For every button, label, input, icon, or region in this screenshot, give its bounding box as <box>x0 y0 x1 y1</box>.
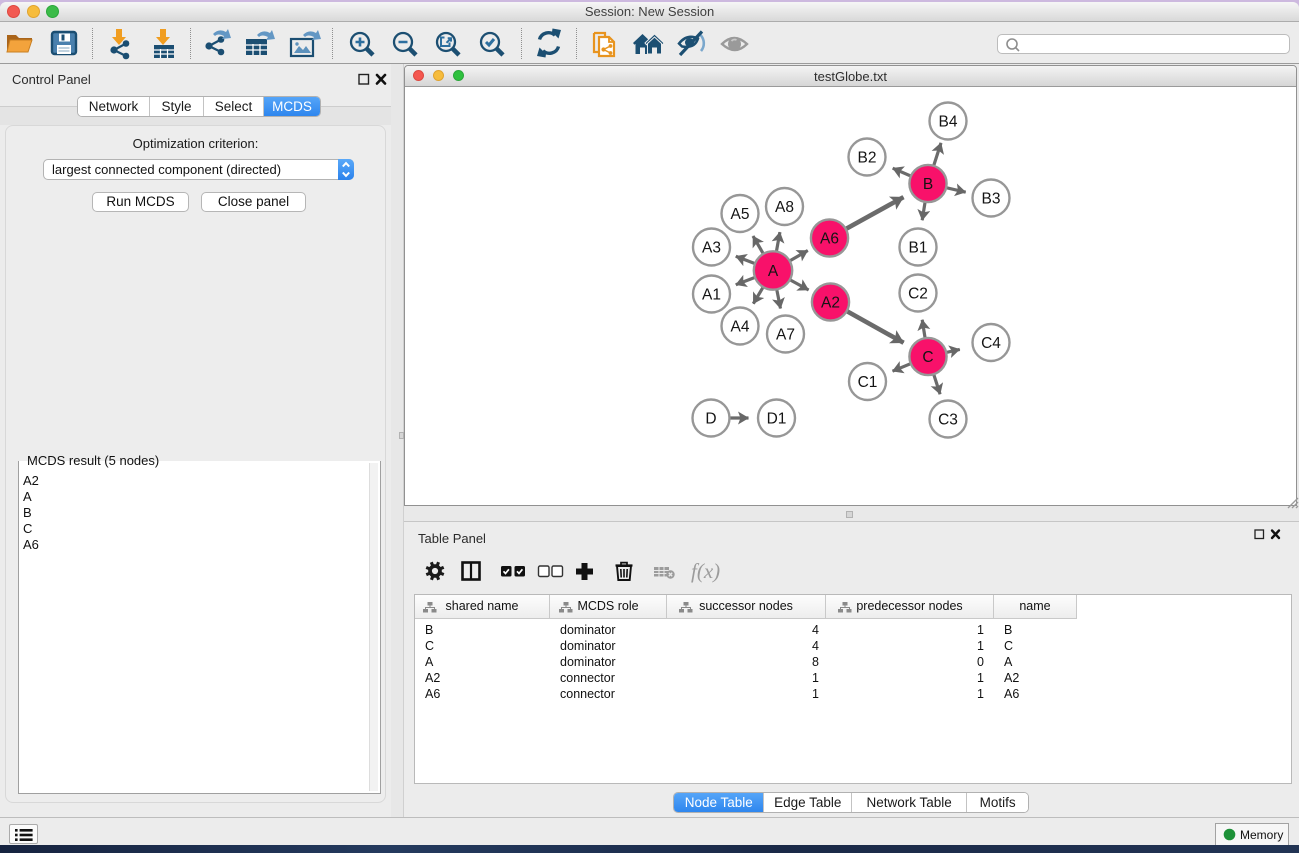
svg-text:B4: B4 <box>939 114 958 131</box>
svg-text:C3: C3 <box>938 412 958 429</box>
svg-text:C2: C2 <box>908 286 928 303</box>
svg-text:B1: B1 <box>909 240 928 257</box>
svg-text:A2: A2 <box>821 295 840 312</box>
svg-text:A8: A8 <box>775 199 794 216</box>
svg-text:A3: A3 <box>702 240 721 257</box>
svg-text:A7: A7 <box>776 327 795 344</box>
svg-text:A: A <box>768 263 779 280</box>
svg-text:A6: A6 <box>820 231 839 248</box>
svg-text:B: B <box>923 176 933 193</box>
svg-text:A5: A5 <box>731 206 750 223</box>
svg-text:B2: B2 <box>858 150 877 167</box>
svg-text:C: C <box>922 349 933 366</box>
svg-text:C4: C4 <box>981 335 1001 352</box>
svg-text:A1: A1 <box>702 287 721 304</box>
svg-text:D: D <box>705 411 716 428</box>
svg-text:A4: A4 <box>731 319 750 336</box>
svg-text:D1: D1 <box>767 411 787 428</box>
svg-text:f(x): f(x) <box>691 559 720 583</box>
svg-text:B3: B3 <box>982 191 1001 208</box>
svg-text:C1: C1 <box>858 374 878 391</box>
